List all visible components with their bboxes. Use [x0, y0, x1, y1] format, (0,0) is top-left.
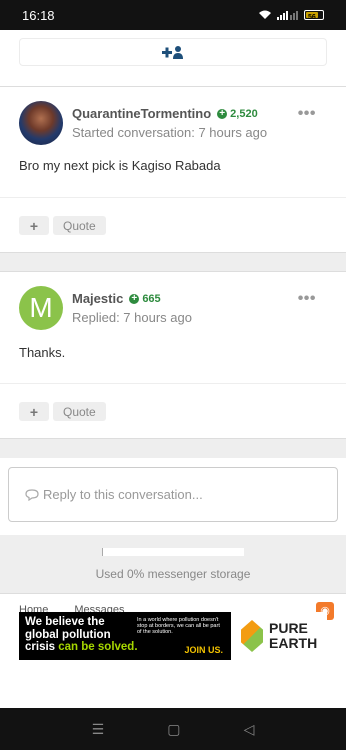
post-body: Thanks. [19, 345, 66, 360]
ad-brand-panel: PURE EARTH [231, 612, 327, 660]
divider [0, 197, 346, 198]
multiquote-button[interactable]: + [19, 402, 49, 421]
signal-icon [277, 11, 298, 20]
avatar[interactable]: M [19, 286, 63, 330]
multiquote-button[interactable]: + [19, 216, 49, 235]
message-post: QuarantineTormentino + 2,520 Started con… [0, 86, 346, 253]
add-user-icon [162, 46, 183, 59]
recents-icon[interactable]: ☰ [92, 721, 105, 738]
author-name[interactable]: Majestic [72, 291, 123, 306]
storage-section: Used 0% messenger storage [0, 535, 346, 593]
storage-label: Used 0% messenger storage [95, 567, 251, 581]
ad-cta[interactable]: JOIN US. [184, 645, 223, 655]
post-body: Bro my next pick is Kagiso Rabada [19, 158, 221, 173]
author-row: Majestic + 665 [72, 291, 161, 306]
reputation-value: 665 [142, 292, 161, 305]
top-panel [0, 30, 346, 90]
post-meta: Replied: 7 hours ago [72, 310, 192, 325]
avatar[interactable] [19, 101, 63, 145]
reply-input[interactable]: Reply to this conversation... [8, 467, 338, 522]
ad-small-text: In a world where pollution doesn't stop … [137, 617, 220, 635]
more-options-icon[interactable]: ••• [298, 290, 316, 308]
author-name[interactable]: QuarantineTormentino [72, 106, 211, 121]
reputation-badge: + 2,520 [217, 108, 258, 120]
system-nav-bar: ☰ ▢ ◁ [0, 708, 346, 750]
reply-panel: Reply to this conversation... [0, 458, 346, 535]
battery-icon: 56 [304, 10, 324, 21]
plus-circle-icon: + [129, 293, 140, 304]
ad-highlight: can be solved. [58, 641, 138, 653]
pure-earth-logo-icon [241, 620, 263, 652]
divider [0, 383, 346, 384]
status-bar: 16:18 56 [0, 0, 346, 30]
wifi-icon [259, 10, 271, 19]
back-icon[interactable]: ◁ [244, 721, 255, 738]
more-options-icon[interactable]: ••• [298, 105, 316, 123]
reputation-value: 2,520 [230, 107, 258, 120]
plus-circle-icon: + [217, 108, 228, 119]
message-post: M Majestic + 665 Replied: 7 hours ago ••… [0, 271, 346, 439]
comment-icon [25, 488, 39, 501]
quote-button[interactable]: Quote [53, 216, 106, 235]
home-icon[interactable]: ▢ [167, 721, 180, 738]
ad-brand: PURE EARTH [269, 621, 317, 651]
reply-placeholder: Reply to this conversation... [43, 487, 203, 502]
ad-brand-line-2: EARTH [269, 635, 318, 651]
quote-button[interactable]: Quote [53, 402, 106, 421]
storage-progress-bar [102, 548, 244, 556]
ad-line-3-text: crisis [25, 641, 56, 653]
post-meta: Started conversation: 7 hours ago [72, 125, 268, 140]
status-icons: 56 [258, 10, 324, 21]
post-actions: + Quote [19, 216, 106, 235]
status-time: 16:18 [22, 7, 55, 23]
post-actions: + Quote [19, 402, 106, 421]
add-participant-button[interactable] [19, 38, 327, 66]
advertisement-banner[interactable]: We believe the global pollution crisis c… [19, 612, 327, 660]
author-row: QuarantineTormentino + 2,520 [72, 106, 258, 121]
ad-black-panel: We believe the global pollution crisis c… [19, 612, 231, 660]
reputation-badge: + 665 [129, 292, 161, 305]
ad-brand-line-1: PURE [269, 620, 308, 636]
